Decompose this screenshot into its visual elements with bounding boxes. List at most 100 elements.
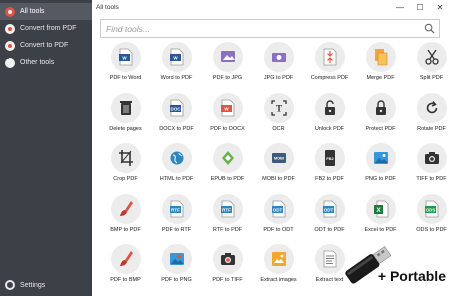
svg-text:ODT: ODT [323, 207, 333, 212]
all-tools-icon [5, 6, 15, 17]
tool-extract-images[interactable]: Extract images [253, 242, 304, 293]
odt-to-pdf-icon: ODT [314, 193, 345, 224]
tool-label: PDF to TIFF [212, 277, 243, 283]
tool-label: OCR [272, 125, 285, 132]
settings-button[interactable]: Settings [5, 280, 45, 290]
tool-label: HTML to PDF [159, 176, 194, 182]
pdf-to-tiff-icon [212, 244, 243, 274]
tool-docx-to-pdf[interactable]: DOC DOCX to PDF [151, 91, 202, 142]
svg-text:RTF: RTF [171, 207, 180, 212]
rtf-to-pdf-icon: RTF [212, 193, 243, 224]
tool-pdf-to-bmp[interactable]: PDF to BMP [100, 242, 151, 293]
pdf-to-bmp-icon [110, 244, 141, 274]
tool-excel-to-pdf[interactable]: X Excel to PDF [355, 192, 406, 243]
tool-fb2-to-pdf[interactable]: FB2 FB2 to PDF [304, 141, 355, 192]
gear-icon [5, 280, 15, 290]
tool-split-pdf[interactable]: Split PDF [406, 40, 450, 91]
tool-pdf-to-word[interactable]: W PDF to Word [100, 40, 151, 91]
maximize-button[interactable]: ☐ [410, 0, 430, 14]
tool-pdf-to-rtf[interactable]: RTF PDF to RTF [151, 192, 202, 243]
tool-delete-pages[interactable]: Delete pages [100, 91, 151, 142]
tool-label: TIFF to PDF [416, 176, 447, 182]
tool-label: JPG to PDF [263, 75, 294, 81]
merge-pdf-icon [365, 42, 396, 72]
tool-protect-pdf[interactable]: Protect PDF [355, 91, 406, 142]
pdf-to-rtf-icon: RTF [161, 193, 192, 224]
tool-label: PDF to RTF [161, 226, 192, 233]
sidebar-item-convert-from-pdf[interactable]: Convert from PDF [0, 20, 92, 37]
tool-label: Protect PDF [365, 125, 396, 132]
tool-html-to-pdf[interactable]: HTML to PDF [151, 141, 202, 192]
tool-word-to-pdf[interactable]: W Word to PDF [151, 40, 202, 91]
portable-label: + Portable [377, 268, 446, 284]
convert-from-pdf-icon [5, 23, 15, 34]
pdf-to-png-icon [161, 244, 192, 274]
minimize-button[interactable]: — [390, 0, 410, 14]
tool-label: BMP to PDF [110, 226, 141, 233]
excel-icon: X [365, 193, 396, 224]
tool-label: DOCX to PDF [159, 125, 194, 132]
tool-crop-pdf[interactable]: Crop PDF [100, 141, 151, 192]
tool-label: PDF to ODT [263, 226, 294, 233]
title-bar: All tools — ☐ ✕ [92, 0, 450, 14]
tool-label: PDF to PNG [161, 277, 192, 283]
tool-pdf-to-odt[interactable]: ODT PDF to ODT [253, 192, 304, 243]
epub-icon [212, 143, 243, 173]
png-image-icon [365, 143, 396, 173]
tool-tiff-to-pdf[interactable]: TIFF to PDF [406, 141, 450, 192]
tool-rtf-to-pdf[interactable]: RTF RTF to PDF [202, 192, 253, 243]
tool-bmp-to-pdf[interactable]: BMP to PDF [100, 192, 151, 243]
tool-png-to-pdf[interactable]: PNG to PDF [355, 141, 406, 192]
crop-icon [110, 143, 141, 173]
tool-ods-to-pdf[interactable]: ODS ODS to PDF [406, 192, 450, 243]
tool-label: Delete pages [109, 125, 142, 132]
tool-label: MOBI to PDF [262, 176, 295, 182]
tool-label: EPUB to PDF [210, 176, 245, 182]
sidebar-item-label: Convert from PDF [20, 25, 77, 32]
extract-images-icon [263, 244, 294, 274]
camera-icon [416, 143, 447, 173]
tool-compress-pdf[interactable]: Compress PDF [304, 40, 355, 91]
tool-rotate-pdf[interactable]: Rotate PDF [406, 91, 450, 142]
tool-label: Crop PDF [113, 176, 138, 182]
sidebar-item-convert-to-pdf[interactable]: Convert to PDF [0, 37, 92, 54]
tool-merge-pdf[interactable]: Merge PDF [355, 40, 406, 91]
tool-jpg-to-pdf[interactable]: JPG to PDF [253, 40, 304, 91]
lock-icon [365, 92, 396, 123]
tool-odt-to-pdf[interactable]: ODT ODT to PDF [304, 192, 355, 243]
tool-label: ODS to PDF [416, 226, 447, 233]
tool-epub-to-pdf[interactable]: EPUB to PDF [202, 141, 253, 192]
tool-pdf-to-png[interactable]: PDF to PNG [151, 242, 202, 293]
sidebar-item-all-tools[interactable]: All tools [0, 3, 92, 20]
tool-mobi-to-pdf[interactable]: MOBI MOBI to PDF [253, 141, 304, 192]
close-button[interactable]: ✕ [430, 0, 450, 14]
tool-label: Unlock PDF [314, 125, 345, 132]
svg-text:X: X [376, 207, 381, 214]
tool-ocr[interactable]: T OCR [253, 91, 304, 142]
search-input[interactable] [101, 23, 401, 34]
tool-pdf-to-docx[interactable]: W PDF to DOCX [202, 91, 253, 142]
svg-text:MOBI: MOBI [274, 157, 284, 161]
search-box [100, 19, 440, 38]
tool-label: PNG to PDF [365, 176, 396, 182]
search-icon[interactable] [424, 23, 435, 34]
tool-label: ODT to PDF [314, 226, 345, 233]
pdf-to-word-icon: W [110, 42, 141, 72]
tool-label: PDF to DOCX [210, 125, 245, 132]
sidebar-item-other-tools[interactable]: Other tools [0, 54, 92, 71]
compress-pdf-icon [314, 42, 345, 72]
tool-label: Rotate PDF [417, 125, 446, 132]
tool-unlock-pdf[interactable]: Unlock PDF [304, 91, 355, 142]
paintbrush-icon [110, 193, 141, 224]
tool-pdf-to-jpg[interactable]: PDF to JPG [202, 40, 253, 91]
convert-to-pdf-icon [5, 40, 15, 51]
sidebar-item-label: Other tools [20, 59, 55, 66]
pdf-to-odt-icon: ODT [263, 193, 294, 224]
portable-badge: + Portable [336, 240, 446, 292]
tool-label: Compress PDF [310, 75, 349, 81]
tool-pdf-to-tiff[interactable]: PDF to TIFF [202, 242, 253, 293]
tool-label: Extract images [260, 277, 297, 283]
globe-icon [161, 143, 192, 173]
trash-icon [110, 92, 141, 123]
tool-label: Merge PDF [366, 75, 395, 81]
